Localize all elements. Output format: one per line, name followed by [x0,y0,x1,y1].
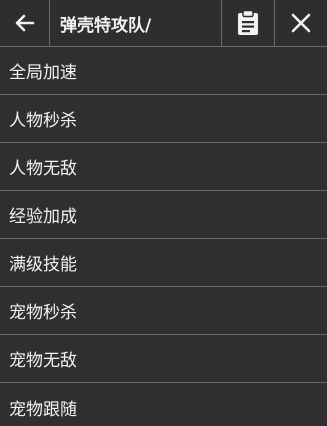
back-button[interactable] [0,0,50,46]
list-item[interactable]: 全局加速 [0,47,327,95]
list-item[interactable]: 人物无敌 [0,143,327,191]
list-item[interactable]: 宠物跟随 [0,383,327,426]
list-item[interactable]: 宠物无敌 [0,335,327,383]
close-icon [291,13,311,33]
close-button[interactable] [275,0,327,46]
list-item-label: 人物无敌 [9,159,77,179]
list-item[interactable]: 人物秒杀 [0,95,327,143]
list-item-label: 宠物无敌 [9,351,77,371]
list-item[interactable]: 宠物秒杀 [0,287,327,335]
cheat-menu-list: 全局加速 人物秒杀 人物无敌 经验加成 满级技能 宠物秒杀 宠物无敌 宠物跟随 [0,47,327,426]
list-item-label: 满级技能 [9,255,77,275]
list-item[interactable]: 经验加成 [0,191,327,239]
list-item-label: 经验加成 [9,207,77,227]
clipboard-button[interactable] [221,0,275,46]
clipboard-icon [237,10,259,36]
top-bar: 弹壳特攻队/ [0,0,327,47]
list-item-label: 人物秒杀 [9,111,77,131]
list-item-label: 宠物跟随 [9,399,77,420]
list-item[interactable]: 满级技能 [0,239,327,287]
page-title: 弹壳特攻队/ [60,15,152,36]
list-item-label: 全局加速 [9,63,77,83]
list-item-label: 宠物秒杀 [9,303,77,323]
app-window: 弹壳特攻队/ 全局加速 人物秒杀 人物无敌 经验加成 满级技能 宠物秒杀 宠物无… [0,0,327,426]
back-arrow-icon [13,11,37,35]
